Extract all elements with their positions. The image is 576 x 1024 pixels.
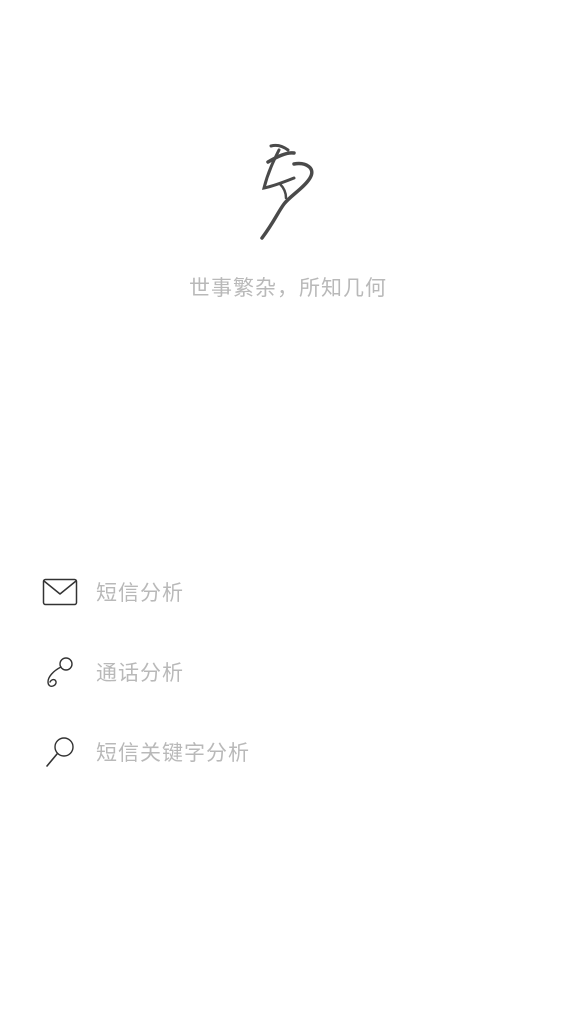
menu-item-sms-analysis[interactable]: 短信分析 [40,562,440,622]
menu-item-label: 短信关键字分析 [96,741,250,765]
menu-item-call-analysis[interactable]: 通话分析 [40,642,440,702]
menu-item-label: 短信分析 [96,581,184,605]
envelope-icon [40,572,80,612]
search-icon [40,732,80,772]
calligraphy-logo [250,138,326,248]
logo-icon [260,143,314,240]
phone-handset-icon [40,652,80,692]
menu-item-label: 通话分析 [96,661,184,685]
tagline: 世事繁杂，所知几何 [189,276,387,300]
menu-item-sms-keyword-analysis[interactable]: 短信关键字分析 [40,722,440,782]
